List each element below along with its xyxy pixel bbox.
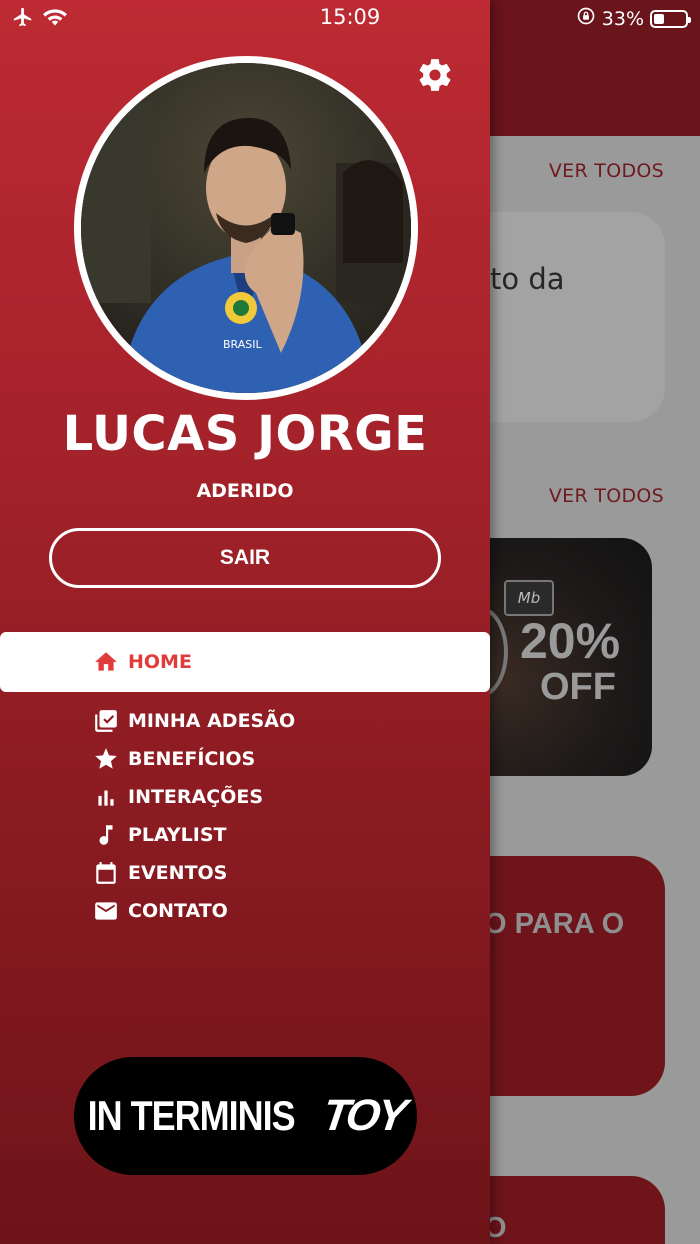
mail-icon — [92, 898, 119, 925]
avatar-photo: BRASIL — [81, 63, 411, 393]
membership-status: ADERIDO — [196, 480, 294, 502]
menu-item-home[interactable]: HOME — [0, 632, 490, 692]
menu-item-label: HOME — [128, 651, 192, 673]
home-icon — [92, 649, 119, 676]
music-note-icon — [92, 822, 119, 849]
menu-item-label: BENEFÍCIOS — [128, 748, 256, 770]
gear-icon[interactable] — [416, 56, 454, 94]
navigation-drawer: BRASIL LUCAS JORGE ADERIDO SAIR HOME MIN… — [0, 0, 490, 1244]
background-card-1-text: to da — [490, 262, 565, 296]
brand-logo: IN TERMINIS TOY — [74, 1057, 417, 1175]
battery-percent: 33% — [601, 7, 644, 30]
see-all-link-1[interactable]: VER TODOS — [549, 160, 664, 182]
battery-icon — [650, 9, 691, 28]
menu-item-minha-adesao[interactable]: MINHA ADESÃO — [0, 702, 490, 740]
status-bar: 15:09 33% — [0, 0, 700, 36]
menu-item-label: MINHA ADESÃO — [128, 710, 296, 732]
profile-name: LUCAS JORGE — [62, 406, 428, 462]
background-card-3-text: O PARA O — [484, 908, 625, 940]
checklist-icon — [92, 708, 119, 735]
menu-item-playlist[interactable]: PLAYLIST — [0, 816, 490, 854]
svg-text:BRASIL: BRASIL — [223, 338, 262, 351]
calendar-icon — [92, 860, 119, 887]
promo-off: OFF — [540, 666, 616, 708]
brand-in-terminis: IN TERMINIS — [87, 1091, 296, 1139]
menu-item-beneficios[interactable]: BENEFÍCIOS — [0, 740, 490, 778]
avatar[interactable]: BRASIL — [74, 56, 418, 400]
battery-fill — [654, 13, 664, 24]
menu-item-label: EVENTOS — [128, 862, 228, 884]
menu-item-label: PLAYLIST — [128, 824, 227, 846]
menu-item-interacoes[interactable]: INTERAÇÕES — [0, 778, 490, 816]
logout-button[interactable]: SAIR — [49, 528, 441, 588]
menu-item-contato[interactable]: CONTATO — [0, 892, 490, 930]
menu-item-eventos[interactable]: EVENTOS — [0, 854, 490, 892]
star-icon — [92, 746, 119, 773]
promo-percent: 20% — [520, 613, 621, 669]
promo-logo: Mb — [504, 580, 554, 616]
bar-chart-icon — [92, 784, 119, 811]
menu-item-label: CONTATO — [128, 900, 228, 922]
brand-toy: TOY — [319, 1091, 407, 1140]
menu-item-label: INTERAÇÕES — [128, 786, 264, 808]
rotation-lock-icon — [576, 6, 596, 31]
drawer-menu: HOME MINHA ADESÃO BENEFÍCIOS INTERAÇÕES … — [0, 632, 490, 930]
see-all-link-2[interactable]: VER TODOS — [549, 485, 664, 507]
